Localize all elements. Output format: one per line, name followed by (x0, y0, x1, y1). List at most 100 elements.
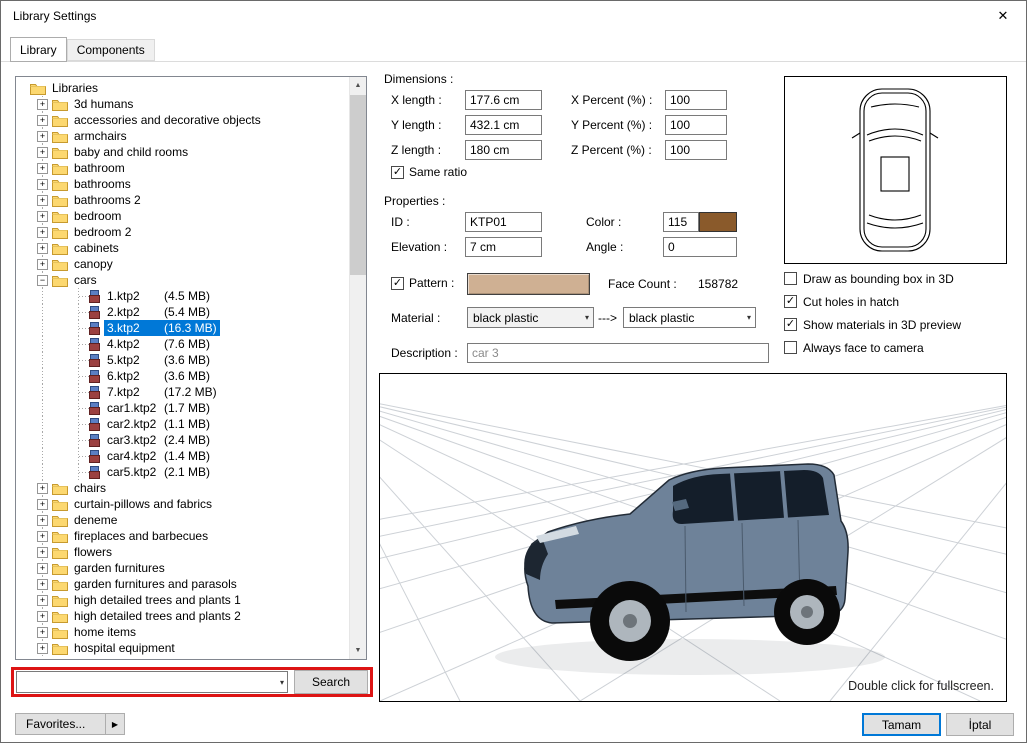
tree-item-label[interactable]: home items (71, 624, 139, 640)
option-checkbox[interactable] (784, 341, 797, 354)
tree-item-folder[interactable]: + flowers (16, 544, 349, 560)
tree-item-folder[interactable]: + armchairs (16, 128, 349, 144)
expand-icon[interactable]: + (37, 498, 48, 510)
expand-icon[interactable]: + (37, 482, 48, 494)
tree-item-folder[interactable]: + cabinets (16, 240, 349, 256)
option-row[interactable]: ✓ Cut holes in hatch (784, 295, 961, 309)
tree-item-label[interactable]: 7.ktp2 (17.2 MB) (104, 384, 220, 400)
tree-item-label[interactable]: car3.ktp2 (2.4 MB) (104, 432, 213, 448)
y-length-input[interactable] (465, 115, 542, 135)
scroll-up-icon[interactable]: ▲ (350, 77, 366, 94)
option-row[interactable]: ✓ Show materials in 3D preview (784, 318, 961, 332)
expand-icon[interactable]: + (37, 146, 48, 158)
expand-icon[interactable]: + (37, 546, 48, 558)
expand-icon[interactable]: + (37, 242, 48, 254)
material-source-select[interactable]: black plastic ▾ (467, 307, 594, 328)
same-ratio-row[interactable]: ✓ Same ratio (391, 165, 467, 179)
tree-item-label[interactable]: cars (71, 272, 100, 288)
expand-icon[interactable]: + (37, 114, 48, 126)
title-bar[interactable]: Library Settings ✕ (1, 1, 1026, 31)
material-target-select[interactable]: black plastic ▾ (623, 307, 756, 328)
expand-icon[interactable]: + (37, 626, 48, 638)
tree-item-label[interactable]: high detailed trees and plants 2 (71, 608, 244, 624)
tree-item-folder[interactable]: + fireplaces and barbecues (16, 528, 349, 544)
scrollbar-thumb[interactable] (350, 95, 366, 275)
tree-item-label[interactable]: 6.ktp2 (3.6 MB) (104, 368, 213, 384)
expand-icon[interactable]: + (37, 530, 48, 542)
tree-item-label[interactable]: accessories and decorative objects (71, 112, 264, 128)
tree-item-label[interactable]: 3.ktp2 (16.3 MB) (104, 320, 220, 336)
tree-item-label[interactable]: car2.ktp2 (1.1 MB) (104, 416, 213, 432)
tree-item-label[interactable]: bathroom (71, 160, 128, 176)
cancel-button[interactable]: İptal (946, 713, 1014, 736)
tree-item-file[interactable]: 2.ktp2 (5.4 MB) (16, 304, 349, 320)
expand-icon[interactable]: + (37, 178, 48, 190)
tree-item-folder[interactable]: + baby and child rooms (16, 144, 349, 160)
expand-icon[interactable]: + (37, 642, 48, 654)
expand-icon[interactable]: + (37, 514, 48, 526)
tree-item-label[interactable]: hospital equipment (71, 640, 178, 656)
y-percent-input[interactable] (665, 115, 727, 135)
expand-icon[interactable]: + (37, 594, 48, 606)
expand-icon[interactable]: + (37, 130, 48, 142)
pattern-swatch-button[interactable] (467, 273, 590, 295)
tab-components[interactable]: Components (66, 39, 155, 61)
expand-icon[interactable]: + (37, 210, 48, 222)
tree-item-folder[interactable]: + high detailed trees and plants 1 (16, 592, 349, 608)
tree-item-label[interactable]: 2.ktp2 (5.4 MB) (104, 304, 213, 320)
tree-item-folder[interactable]: + bathrooms (16, 176, 349, 192)
tree-item-folder[interactable]: + bathrooms 2 (16, 192, 349, 208)
expand-icon[interactable]: + (37, 98, 48, 110)
tree-item-folder[interactable]: + high detailed trees and plants 2 (16, 608, 349, 624)
x-percent-input[interactable] (665, 90, 727, 110)
tree-item-folder[interactable]: Libraries (16, 80, 349, 96)
tree-item-label[interactable]: flowers (71, 544, 115, 560)
option-row[interactable]: Always face to camera (784, 341, 961, 355)
tree-scrollbar[interactable]: ▲ ▼ (349, 77, 366, 659)
tree-item-folder[interactable]: − cars (16, 272, 349, 288)
scroll-down-icon[interactable]: ▼ (350, 642, 366, 659)
pattern-checkbox[interactable]: ✓ (391, 276, 404, 290)
tree-item-label[interactable]: canopy (71, 256, 116, 272)
tree-item-label[interactable]: garden furnitures (71, 560, 168, 576)
favorites-button[interactable]: Favorites... ▶ (15, 713, 125, 735)
tree-item-folder[interactable]: + garden furnitures and parasols (16, 576, 349, 592)
tree-item-file[interactable]: 3.ktp2 (16.3 MB) (16, 320, 349, 336)
tree-item-label[interactable]: bedroom 2 (71, 224, 134, 240)
tree-item-folder[interactable]: + canopy (16, 256, 349, 272)
search-button[interactable]: Search (294, 670, 368, 694)
tree-item-file[interactable]: 1.ktp2 (4.5 MB) (16, 288, 349, 304)
tree-item-folder[interactable]: + accessories and decorative objects (16, 112, 349, 128)
color-swatch[interactable] (699, 212, 737, 232)
description-input[interactable] (467, 343, 769, 363)
ok-button[interactable]: Tamam (862, 713, 941, 736)
pattern-row[interactable]: ✓ Pattern : (391, 276, 454, 290)
tree-item-file[interactable]: 5.ktp2 (3.6 MB) (16, 352, 349, 368)
tree-item-file[interactable]: car3.ktp2 (2.4 MB) (16, 432, 349, 448)
tree-item-label[interactable]: armchairs (71, 128, 130, 144)
tree-item-file[interactable]: car2.ktp2 (1.1 MB) (16, 416, 349, 432)
tree-item-label[interactable]: car5.ktp2 (2.1 MB) (104, 464, 213, 480)
preview-panel[interactable]: Double click for fullscreen. (379, 373, 1007, 702)
tree-item-label[interactable]: fireplaces and barbecues (71, 528, 211, 544)
tree-item-label[interactable]: bathrooms (71, 176, 134, 192)
tree-item-file[interactable]: 7.ktp2 (17.2 MB) (16, 384, 349, 400)
tree-item-label[interactable]: cabinets (71, 240, 122, 256)
tree-item-label[interactable]: deneme (71, 512, 120, 528)
library-tree[interactable]: Libraries +3d humans + accessories and deco… (16, 77, 349, 659)
tree-item-label[interactable]: 5.ktp2 (3.6 MB) (104, 352, 213, 368)
tree-item-label[interactable]: curtain-pillows and fabrics (71, 496, 215, 512)
x-length-input[interactable] (465, 90, 542, 110)
tree-item-label[interactable]: Libraries (49, 80, 101, 96)
tab-library[interactable]: Library (10, 37, 67, 62)
expand-icon[interactable]: + (37, 162, 48, 174)
tree-item-label[interactable]: baby and child rooms (71, 144, 191, 160)
tree-item-folder[interactable]: + bathroom (16, 160, 349, 176)
tree-item-label[interactable]: chairs (71, 480, 109, 496)
tree-item-folder[interactable]: + garden furnitures (16, 560, 349, 576)
chevron-down-icon[interactable]: ▾ (280, 672, 284, 692)
z-length-input[interactable] (465, 140, 542, 160)
search-combobox[interactable]: ▾ (16, 671, 288, 693)
expand-icon[interactable]: + (37, 562, 48, 574)
tree-item-folder[interactable]: + bedroom (16, 208, 349, 224)
